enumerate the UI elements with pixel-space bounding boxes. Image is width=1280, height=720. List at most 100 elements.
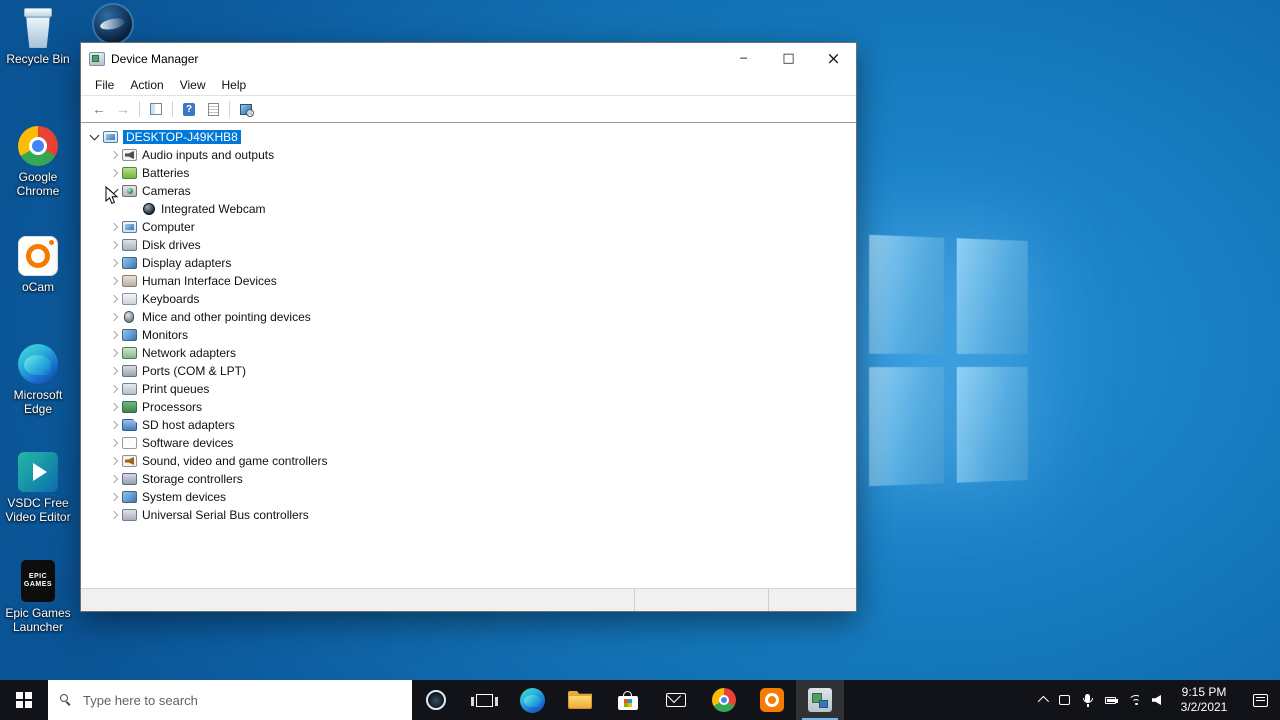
desktop-icon-label: VSDC Free Video Editor <box>1 496 75 524</box>
windows-flag-icon <box>624 699 632 707</box>
chevron-collapsed-icon[interactable] <box>106 399 122 415</box>
toolbar-back-button[interactable] <box>87 98 111 120</box>
camera-icon <box>122 185 137 197</box>
tree-item-keyboards[interactable]: Keyboards <box>81 290 856 308</box>
usb-icon <box>122 509 137 521</box>
tree-item-storage-controllers[interactable]: Storage controllers <box>81 470 856 488</box>
printer-icon <box>122 383 137 395</box>
taskbar-app-file-explorer[interactable] <box>556 680 604 720</box>
search-input[interactable] <box>81 692 412 709</box>
menu-view[interactable]: View <box>172 76 214 94</box>
tree-item-sound-video-and-game-controllers[interactable]: Sound, video and game controllers <box>81 452 856 470</box>
toolbar-help-button[interactable] <box>177 98 201 120</box>
tray-display-button[interactable] <box>1053 680 1076 720</box>
chevron-collapsed-icon[interactable] <box>106 309 122 325</box>
tree-item-universal-serial-bus-controllers[interactable]: Universal Serial Bus controllers <box>81 506 856 524</box>
tray-volume-button[interactable] <box>1145 680 1168 720</box>
tree-item-computer[interactable]: Computer <box>81 218 856 236</box>
action-center-icon <box>1253 694 1268 707</box>
chevron-collapsed-icon[interactable] <box>106 507 122 523</box>
title-bar[interactable]: Device Manager <box>81 43 856 74</box>
tree-item-disk-drives[interactable]: Disk drives <box>81 236 856 254</box>
taskbar-app-mail[interactable] <box>652 680 700 720</box>
tree-item-processors[interactable]: Processors <box>81 398 856 416</box>
chevron-collapsed-icon[interactable] <box>106 345 122 361</box>
action-center-button[interactable] <box>1240 680 1280 720</box>
toolbar-scan-button[interactable] <box>234 98 258 120</box>
minimize-button[interactable] <box>721 43 766 74</box>
tree-item-print-queues[interactable]: Print queues <box>81 380 856 398</box>
chevron-collapsed-icon[interactable] <box>106 453 122 469</box>
taskbar-clock[interactable]: 9:15 PM 3/2/2021 <box>1168 685 1240 715</box>
epic-logo-text: EPIC GAMES <box>24 573 52 589</box>
maximize-button[interactable] <box>766 43 811 74</box>
desktop-icon-google-chrome[interactable]: Google Chrome <box>0 126 76 198</box>
toolbar-properties-button[interactable] <box>201 98 225 120</box>
tree-item-software-devices[interactable]: Software devices <box>81 434 856 452</box>
tree-item-system-devices[interactable]: System devices <box>81 488 856 506</box>
chevron-collapsed-icon[interactable] <box>106 219 122 235</box>
chevron-collapsed-icon[interactable] <box>106 147 122 163</box>
desktop-icon-recycle-bin[interactable]: Recycle Bin <box>0 6 76 66</box>
chevron-collapsed-icon[interactable] <box>106 489 122 505</box>
taskbar-app-ocam[interactable] <box>748 680 796 720</box>
desktop-icon-microsoft-edge[interactable]: Microsoft Edge <box>0 344 76 416</box>
tree-item-label: Software devices <box>142 436 233 450</box>
tree-item-cameras[interactable]: Cameras <box>81 182 856 200</box>
chevron-collapsed-icon[interactable] <box>106 435 122 451</box>
computer-icon <box>122 221 137 233</box>
hid-icon <box>122 275 137 287</box>
taskbar-app-chrome[interactable] <box>700 680 748 720</box>
cortana-icon <box>426 690 446 710</box>
toolbar-forward-button[interactable] <box>111 98 135 120</box>
tree-item-human-interface-devices[interactable]: Human Interface Devices <box>81 272 856 290</box>
chevron-collapsed-icon[interactable] <box>106 417 122 433</box>
desktop-icon-epic-games[interactable]: EPIC GAMESEpic Games Launcher <box>0 560 76 634</box>
chevron-collapsed-icon[interactable] <box>106 327 122 343</box>
tree-item-display-adapters[interactable]: Display adapters <box>81 254 856 272</box>
taskbar-search[interactable] <box>48 680 412 720</box>
toolbar-separator <box>172 101 173 117</box>
tree-item-batteries[interactable]: Batteries <box>81 164 856 182</box>
menu-file[interactable]: File <box>87 76 122 94</box>
chevron-expanded-icon[interactable] <box>106 183 122 199</box>
chevron-collapsed-icon[interactable] <box>106 237 122 253</box>
menu-help[interactable]: Help <box>214 76 255 94</box>
chevron-expanded-icon[interactable] <box>87 129 103 145</box>
tree-item-integrated-webcam[interactable]: Integrated Webcam <box>81 200 856 218</box>
taskbar-app-edge[interactable] <box>508 680 556 720</box>
tree-item-desktop-j49khb8[interactable]: DESKTOP-J49KHB8 <box>81 128 856 146</box>
chevron-collapsed-icon[interactable] <box>106 273 122 289</box>
chevron-collapsed-icon[interactable] <box>106 471 122 487</box>
tree-item-sd-host-adapters[interactable]: SD host adapters <box>81 416 856 434</box>
chevron-collapsed-icon[interactable] <box>106 255 122 271</box>
webcam-icon <box>143 203 155 215</box>
tree-item-mice-and-other-pointing-devices[interactable]: Mice and other pointing devices <box>81 308 856 326</box>
clock-date: 3/2/2021 <box>1181 700 1228 715</box>
tree-item-label: Processors <box>142 400 202 414</box>
tray-wifi-button[interactable] <box>1122 680 1145 720</box>
chevron-collapsed-icon[interactable] <box>106 381 122 397</box>
tray-battery-button[interactable] <box>1099 680 1122 720</box>
start-button[interactable] <box>0 680 48 720</box>
toolbar-console-tree-button[interactable] <box>144 98 168 120</box>
taskbar-app-task-view[interactable] <box>460 680 508 720</box>
chevron-collapsed-icon[interactable] <box>106 363 122 379</box>
tray-hidden-icons-button[interactable] <box>1030 680 1053 720</box>
chevron-collapsed-icon[interactable] <box>106 165 122 181</box>
taskbar-app-device-manager[interactable] <box>796 680 844 720</box>
close-button[interactable] <box>811 43 856 74</box>
menu-action[interactable]: Action <box>122 76 171 94</box>
desktop-icon-vsdc[interactable]: VSDC Free Video Editor <box>0 452 76 524</box>
tree-item-network-adapters[interactable]: Network adapters <box>81 344 856 362</box>
tray-microphone-button[interactable] <box>1076 680 1099 720</box>
desktop-icon-rocket-league[interactable] <box>94 5 134 45</box>
taskbar-app-cortana[interactable] <box>412 680 460 720</box>
tree-item-audio-inputs-and-outputs[interactable]: Audio inputs and outputs <box>81 146 856 164</box>
desktop-icon-ocam[interactable]: oCam <box>0 236 76 294</box>
chevron-collapsed-icon[interactable] <box>106 291 122 307</box>
tree-item-label: Audio inputs and outputs <box>142 148 274 162</box>
taskbar-app-store[interactable] <box>604 680 652 720</box>
tree-item-monitors[interactable]: Monitors <box>81 326 856 344</box>
tree-item-ports-com-lpt[interactable]: Ports (COM & LPT) <box>81 362 856 380</box>
